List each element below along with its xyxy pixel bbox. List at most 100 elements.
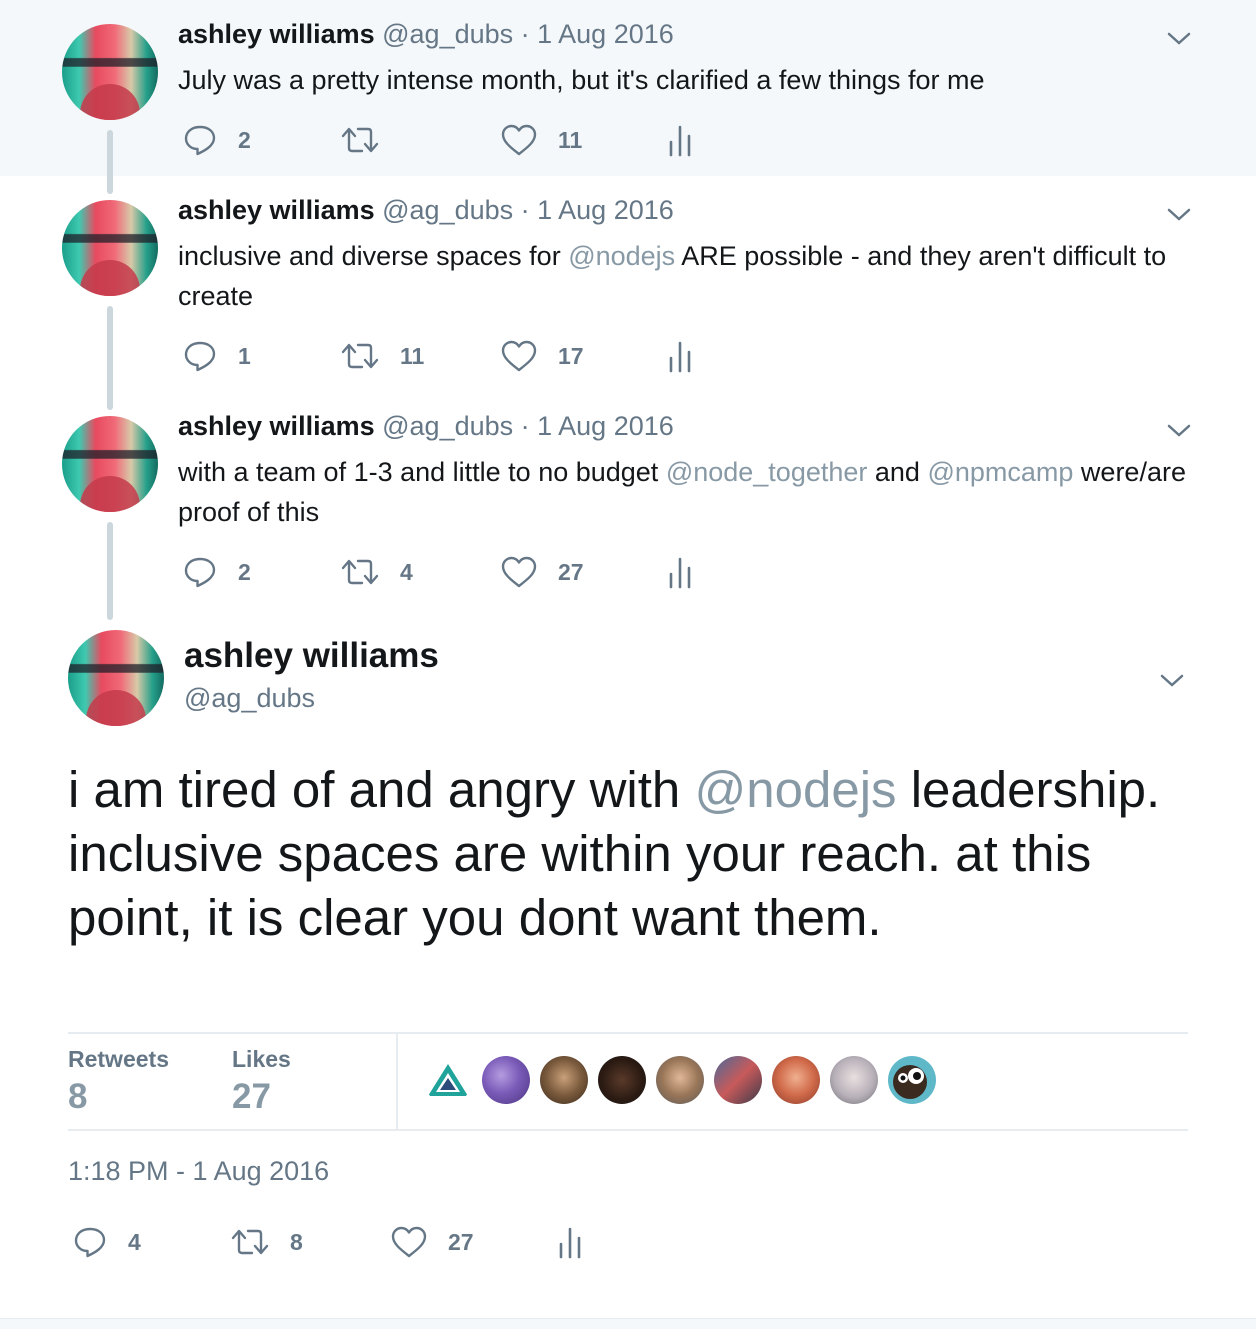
mention-link[interactable]: @npmcamp xyxy=(927,457,1073,487)
author-handle[interactable]: @ag_dubs xyxy=(184,683,315,714)
retweet-count: 11 xyxy=(400,342,425,369)
reply-icon xyxy=(74,1227,106,1258)
retweet-count: 8 xyxy=(290,1228,303,1255)
analytics-icon xyxy=(669,557,691,589)
tweet-header: ashley williams @ag_dubs · 1 Aug 2016 xyxy=(178,411,674,442)
chevron-down-icon[interactable] xyxy=(1164,416,1194,446)
retweet-icon xyxy=(341,127,379,153)
reply-button[interactable]: 4 xyxy=(72,1222,141,1262)
tweet-text-run: with a team of 1-3 and little to no budg… xyxy=(178,457,666,487)
retweet-icon xyxy=(341,559,379,585)
tweet-text-run: i am tired of and angry with xyxy=(68,761,695,818)
author-handle-date[interactable]: @ag_dubs · 1 Aug 2016 xyxy=(382,19,674,49)
reply-icon xyxy=(184,125,216,156)
reply-count: 4 xyxy=(128,1228,141,1255)
chevron-down-icon[interactable] xyxy=(1164,200,1194,230)
retweet-icon xyxy=(231,1229,269,1255)
tweet-header: ashley williams @ag_dubs · 1 Aug 2016 xyxy=(178,19,674,50)
author-name[interactable]: ashley williams xyxy=(178,19,375,49)
analytics-icon xyxy=(559,1227,581,1259)
tweet-actions: 1 11 17 xyxy=(0,336,1256,376)
mention-link[interactable]: @nodejs xyxy=(694,761,896,818)
like-count: 27 xyxy=(448,1228,474,1255)
thread-tweet[interactable]: ashley williams @ag_dubs · 1 Aug 2016 in… xyxy=(0,176,1256,410)
liker-avatar[interactable] xyxy=(424,1056,472,1104)
cartoon-face-icon xyxy=(893,1065,927,1099)
like-count: 17 xyxy=(558,342,584,369)
heart-icon xyxy=(391,1226,427,1258)
author-name[interactable]: ashley williams xyxy=(178,195,375,225)
retweets-stat[interactable]: Retweets 8 xyxy=(68,1046,169,1117)
like-button[interactable]: 27 xyxy=(390,1222,474,1262)
liker-avatar[interactable] xyxy=(888,1056,936,1104)
analytics-button[interactable] xyxy=(666,336,694,376)
triangle-logo-icon xyxy=(428,1064,468,1096)
reply-count: 1 xyxy=(238,342,251,369)
likes-value: 27 xyxy=(232,1077,271,1116)
heart-icon xyxy=(501,124,537,156)
mention-link[interactable]: @node_together xyxy=(666,457,868,487)
heart-icon xyxy=(501,556,537,588)
analytics-icon xyxy=(669,341,691,373)
like-count: 11 xyxy=(558,126,583,153)
chevron-down-icon[interactable] xyxy=(1157,666,1187,696)
avatar[interactable] xyxy=(62,24,158,120)
tweet-timestamp[interactable]: 1:18 PM - 1 Aug 2016 xyxy=(68,1156,329,1187)
retweet-button[interactable] xyxy=(340,120,400,160)
liker-avatar[interactable] xyxy=(772,1056,820,1104)
retweet-count: 4 xyxy=(400,558,413,585)
tweet-actions: 4 8 27 xyxy=(0,1222,1256,1262)
likes-label: Likes xyxy=(232,1046,291,1072)
mention-link[interactable]: @nodejs xyxy=(568,241,675,271)
retweet-button[interactable]: 8 xyxy=(230,1222,303,1262)
tweet-text: inclusive and diverse spaces for @nodejs… xyxy=(178,236,1188,316)
analytics-button[interactable] xyxy=(666,552,694,592)
tweet-actions: 2 11 xyxy=(0,120,1256,160)
reply-button[interactable]: 2 xyxy=(182,120,251,160)
reply-icon xyxy=(184,557,216,588)
tweet-text-run: and xyxy=(867,457,928,487)
like-count: 27 xyxy=(558,558,584,585)
tweet-header: ashley williams @ag_dubs · 1 Aug 2016 xyxy=(178,195,674,226)
reply-button[interactable]: 1 xyxy=(182,336,251,376)
thread-tweet[interactable]: ashley williams @ag_dubs · 1 Aug 2016 Ju… xyxy=(0,0,1256,194)
retweet-icon xyxy=(341,343,379,369)
liker-avatar[interactable] xyxy=(598,1056,646,1104)
author-handle-date[interactable]: @ag_dubs · 1 Aug 2016 xyxy=(382,195,674,225)
tweet-text-run: July was a pretty intense month, but it'… xyxy=(178,65,985,95)
reply-button[interactable]: 2 xyxy=(182,552,251,592)
reply-count: 2 xyxy=(238,126,251,153)
retweets-value: 8 xyxy=(68,1077,88,1116)
tweet-text-run: inclusive and diverse spaces for xyxy=(178,241,569,271)
retweet-button[interactable]: 11 xyxy=(340,336,424,376)
avatar[interactable] xyxy=(62,200,158,296)
avatar[interactable] xyxy=(68,630,164,726)
author-handle-date[interactable]: @ag_dubs · 1 Aug 2016 xyxy=(382,411,674,441)
tweet-stats: Retweets 8 Likes 27 xyxy=(68,1032,1188,1131)
liker-avatar[interactable] xyxy=(482,1056,530,1104)
tweet-text: with a team of 1-3 and little to no budg… xyxy=(178,452,1188,532)
like-button[interactable]: 11 xyxy=(500,120,582,160)
page-bottom-divider xyxy=(0,1318,1256,1329)
analytics-button[interactable] xyxy=(556,1222,584,1262)
chevron-down-icon[interactable] xyxy=(1164,24,1194,54)
liker-avatar[interactable] xyxy=(830,1056,878,1104)
main-tweet: ashley williams @ag_dubs i am tired of a… xyxy=(0,622,1256,1328)
liker-avatar[interactable] xyxy=(656,1056,704,1104)
like-button[interactable]: 27 xyxy=(500,552,584,592)
retweet-button[interactable]: 4 xyxy=(340,552,413,592)
author-name[interactable]: ashley williams xyxy=(184,636,439,676)
thread-tweet[interactable]: ashley williams @ag_dubs · 1 Aug 2016 wi… xyxy=(0,392,1256,622)
analytics-button[interactable] xyxy=(666,120,694,160)
liker-avatar[interactable] xyxy=(540,1056,588,1104)
retweets-label: Retweets xyxy=(68,1046,169,1072)
likes-stat[interactable]: Likes 27 xyxy=(232,1046,291,1117)
avatar[interactable] xyxy=(62,416,158,512)
analytics-icon xyxy=(669,125,691,157)
tweet-text: i am tired of and angry with @nodejs lea… xyxy=(68,758,1188,950)
tweet-text: July was a pretty intense month, but it'… xyxy=(178,60,1188,100)
like-button[interactable]: 17 xyxy=(500,336,584,376)
stats-divider xyxy=(396,1034,398,1129)
liker-avatar[interactable] xyxy=(714,1056,762,1104)
author-name[interactable]: ashley williams xyxy=(178,411,375,441)
